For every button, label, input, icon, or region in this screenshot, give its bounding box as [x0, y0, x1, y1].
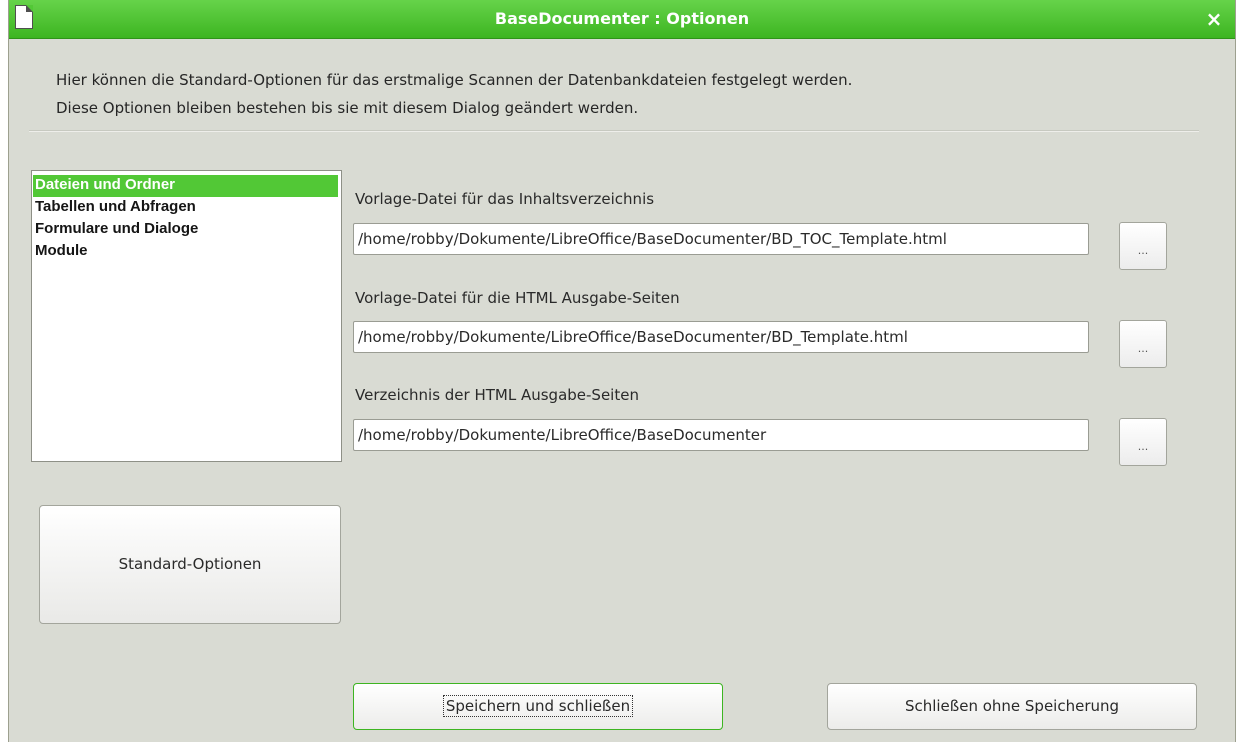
output-dir-browse-button[interactable]: ...: [1119, 418, 1167, 466]
close-icon[interactable]: ×: [1203, 8, 1225, 30]
page-template-label: Vorlage-Datei für die HTML Ausgabe-Seite…: [355, 289, 680, 307]
close-without-saving-button[interactable]: Schließen ohne Speicherung: [827, 683, 1197, 730]
options-dialog: BaseDocumenter : Optionen × Hier können …: [8, 0, 1236, 742]
list-item-dateien-und-ordner[interactable]: Dateien und Ordner: [33, 175, 338, 197]
category-list[interactable]: Dateien und Ordner Tabellen und Abfragen…: [31, 170, 342, 462]
list-item-tabellen-und-abfragen[interactable]: Tabellen und Abfragen: [33, 197, 338, 219]
page-template-input[interactable]: /home/robby/Dokumente/LibreOffice/BaseDo…: [353, 321, 1089, 353]
output-dir-label: Verzeichnis der HTML Ausgabe-Seiten: [355, 386, 639, 404]
title-bar[interactable]: BaseDocumenter : Optionen ×: [9, 0, 1235, 39]
standard-options-button[interactable]: Standard-Optionen: [39, 505, 341, 624]
toc-template-label: Vorlage-Datei für das Inhaltsverzeichnis: [355, 190, 655, 208]
window-title: BaseDocumenter : Optionen: [494, 9, 750, 28]
toc-template-input[interactable]: /home/robby/Dokumente/LibreOffice/BaseDo…: [353, 223, 1089, 255]
list-item-module[interactable]: Module: [33, 241, 338, 263]
save-and-close-button[interactable]: Speichern und schließen: [353, 683, 723, 730]
toc-template-browse-button[interactable]: ...: [1119, 222, 1167, 270]
intro-line-2: Diese Optionen bleiben bestehen bis sie …: [56, 99, 639, 117]
list-item-formulare-und-dialoge[interactable]: Formulare und Dialoge: [33, 219, 338, 241]
save-and-close-label: Speichern und schließen: [442, 695, 634, 717]
intro-line-1: Hier können die Standard-Optionen für da…: [56, 71, 853, 89]
intro-text: Hier können die Standard-Optionen für da…: [56, 66, 1176, 122]
page-template-browse-button[interactable]: ...: [1119, 320, 1167, 368]
output-dir-input[interactable]: /home/robby/Dokumente/LibreOffice/BaseDo…: [353, 419, 1089, 451]
separator: [29, 130, 1199, 132]
